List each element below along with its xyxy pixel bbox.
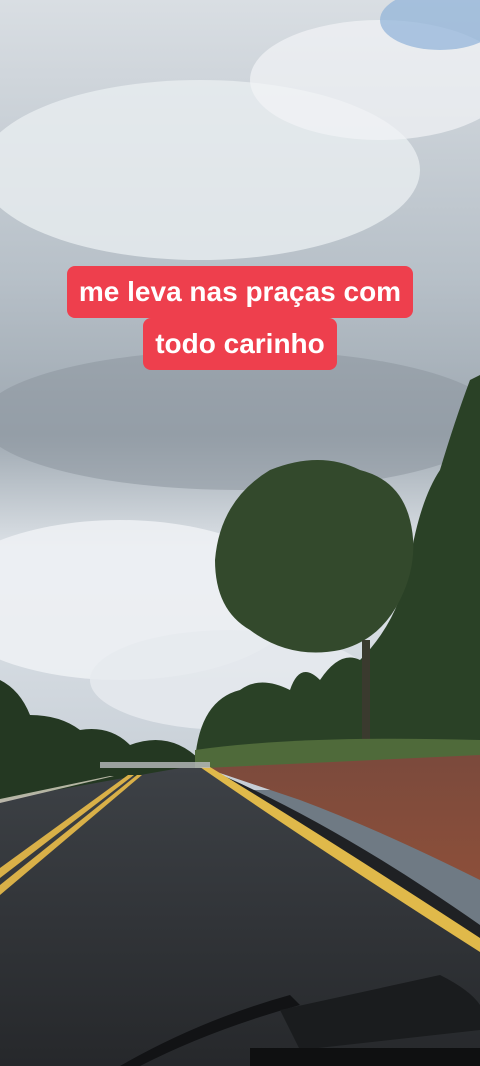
dashboard-edge	[250, 1048, 480, 1066]
cloud	[0, 350, 480, 490]
caption-line-2: todo carinho	[143, 318, 337, 370]
road-photo	[0, 0, 480, 1066]
caption-overlay: me leva nas praças com todo carinho	[0, 266, 480, 370]
caption-line-1: me leva nas praças com	[66, 266, 414, 318]
guardrail	[100, 762, 210, 768]
